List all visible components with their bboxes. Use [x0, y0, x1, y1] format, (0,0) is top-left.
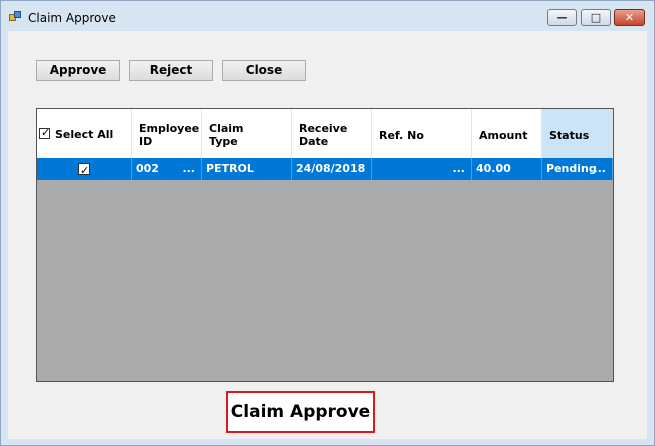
form-client-area: Approve Reject Close ✓ Select All Employ… — [8, 31, 647, 439]
select-all-checkbox[interactable]: ✓ — [39, 126, 51, 139]
window-title: Claim Approve — [28, 11, 116, 25]
check-icon: ✓ — [80, 164, 90, 177]
lookup-ellipsis[interactable]: ... — [593, 158, 606, 180]
column-header-amount[interactable]: Amount — [472, 109, 542, 158]
close-window-button[interactable]: ✕ — [614, 9, 645, 26]
cell-ref-no[interactable]: ... — [372, 158, 472, 180]
cell-value: PETROL — [206, 162, 254, 175]
close-icon: ✕ — [624, 11, 635, 24]
cell-amount[interactable]: 40.00 — [472, 158, 542, 180]
grid-header: ✓ Select All Employee ID Claim Type Receiv… — [37, 109, 613, 158]
claim-approve-window: Claim Approve — □ ✕ Approve Reject Close… — [0, 0, 655, 446]
lookup-ellipsis[interactable]: ... — [182, 158, 195, 180]
column-header-employee-id[interactable]: Employee ID — [132, 109, 202, 158]
cell-status[interactable]: Pending ... — [542, 158, 613, 180]
header-line1: Claim — [209, 122, 244, 135]
select-all-label: Select All — [55, 128, 114, 141]
app-icon — [9, 11, 21, 21]
column-header-status[interactable]: Status — [542, 109, 613, 158]
cell-claim-type[interactable]: PETROL — [202, 158, 292, 180]
maximize-icon: □ — [590, 11, 602, 24]
header-line2: ID — [139, 135, 153, 148]
row-checkbox[interactable]: ✓ — [78, 163, 90, 177]
minimize-icon: — — [556, 11, 568, 24]
check-icon: ✓ — [41, 126, 51, 139]
lookup-ellipsis[interactable]: ... — [452, 158, 465, 180]
select-all-header[interactable]: ✓ Select All — [37, 109, 132, 158]
table-row[interactable]: ✓ 002 ... PETROL 24/08/2018 ... 40.00 Pe… — [37, 158, 613, 180]
row-select-cell[interactable]: ✓ — [37, 158, 132, 180]
cell-value: 24/08/2018 — [296, 162, 366, 175]
header-line1: Receive — [299, 122, 348, 135]
close-button[interactable]: Close — [222, 60, 306, 81]
cell-employee-id[interactable]: 002 ... — [132, 158, 202, 180]
header-line2: Date — [299, 135, 329, 148]
header-line2: Type — [209, 135, 238, 148]
approve-button[interactable]: Approve — [36, 60, 120, 81]
column-header-receive-date[interactable]: Receive Date — [292, 109, 372, 158]
header-line1: Amount — [479, 129, 528, 142]
header-line1: Employee — [139, 122, 200, 135]
cell-value: Pending — [546, 162, 597, 175]
maximize-button[interactable]: □ — [581, 9, 611, 26]
title-bar[interactable]: Claim Approve — □ ✕ — [1, 1, 654, 31]
cell-value: 002 — [136, 162, 159, 175]
claims-grid[interactable]: ✓ Select All Employee ID Claim Type Receiv… — [36, 108, 614, 382]
column-header-claim-type[interactable]: Claim Type — [202, 109, 292, 158]
minimize-button[interactable]: — — [547, 9, 577, 26]
caption-label: Claim Approve — [226, 391, 375, 433]
reject-button[interactable]: Reject — [129, 60, 213, 81]
header-line1: Status — [549, 129, 590, 142]
cell-receive-date[interactable]: 24/08/2018 — [292, 158, 372, 180]
column-header-ref-no[interactable]: Ref. No — [372, 109, 472, 158]
header-line1: Ref. No — [379, 129, 424, 142]
cell-value: 40.00 — [476, 162, 511, 175]
